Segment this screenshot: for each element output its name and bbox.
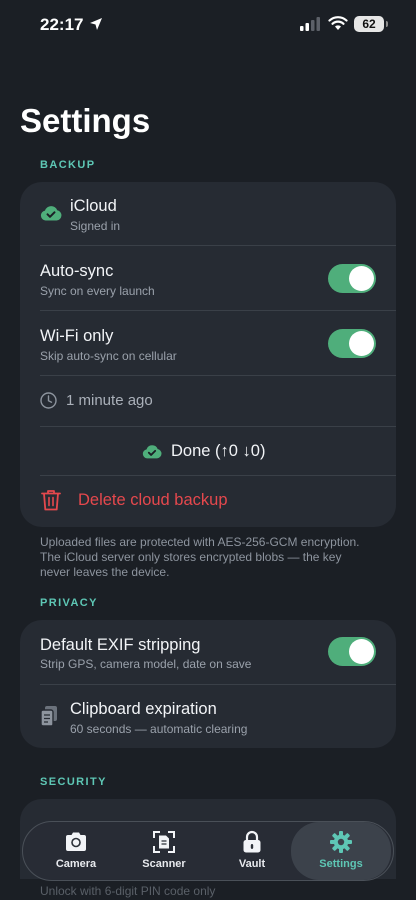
auto-sync-subtitle: Sync on every launch [40,284,155,298]
auto-sync-toggle[interactable] [328,264,376,293]
delete-backup-label: Delete cloud backup [78,491,228,509]
camera-icon [66,832,86,851]
clipboard-subtitle: 60 seconds — automatic clearing [70,722,248,736]
battery-indicator: 62 [354,16,388,32]
icloud-row[interactable]: iCloud Signed in [20,182,396,245]
tab-camera-label: Camera [55,858,97,870]
clipboard-row[interactable]: Clipboard expiration 60 seconds — automa… [20,685,396,748]
tab-camera[interactable]: Camera [33,822,119,880]
clock-icon [40,392,57,409]
wifi-only-row: Wi-Fi only Skip auto-sync on cellular [20,311,396,375]
page-title: Settings [20,102,151,139]
section-label-privacy: PRIVACY [40,597,98,609]
last-sync-row: 1 minute ago [20,376,396,426]
tab-bar: Camera Scanner Vault Settings [22,821,394,881]
tab-vault-label: Vault [238,858,266,870]
cloud-check-icon [142,445,162,459]
backup-footnote: Uploaded files are protected with AES-25… [40,535,360,579]
icloud-status: Signed in [70,219,121,233]
auto-sync-title: Auto-sync [40,262,114,280]
security-partial-text: Unlock with 6-digit PIN code only [40,884,216,898]
privacy-card: Default EXIF stripping Strip GPS, camera… [20,620,396,748]
tab-scanner[interactable]: Scanner [121,822,207,880]
wifi-only-toggle[interactable] [328,329,376,358]
section-label-backup: BACKUP [40,159,96,171]
cloud-check-icon [40,206,62,221]
cellular-signal-icon [300,17,320,31]
exif-title: Default EXIF stripping [40,636,201,654]
clipboard-title: Clipboard expiration [70,700,217,718]
gear-icon [330,831,352,853]
trash-icon [41,490,61,511]
tab-settings-label: Settings [319,858,363,870]
clipboard-icon [40,706,57,727]
status-bar: 22:17 62 [0,0,416,50]
wifi-only-title: Wi-Fi only [40,327,114,345]
wifi-icon [328,16,348,30]
auto-sync-row: Auto-sync Sync on every launch [20,246,396,310]
sync-status-text: Done (↑0 ↓0) [171,442,266,460]
delete-backup-button[interactable]: Delete cloud backup [20,476,396,526]
exif-toggle[interactable] [328,637,376,666]
tab-settings[interactable]: Settings [291,822,391,880]
backup-card: iCloud Signed in Auto-sync Sync on every… [20,182,396,527]
tab-vault[interactable]: Vault [209,822,295,880]
exif-subtitle: Strip GPS, camera model, date on save [40,657,252,671]
sync-status-row[interactable]: Done (↑0 ↓0) [20,427,396,475]
wifi-only-subtitle: Skip auto-sync on cellular [40,349,177,363]
location-arrow-icon [90,18,102,30]
tab-scanner-label: Scanner [142,858,186,870]
lock-icon [243,830,261,853]
last-sync-time: 1 minute ago [66,392,153,409]
scanner-icon [153,831,175,853]
exif-row: Default EXIF stripping Strip GPS, camera… [20,620,396,684]
section-label-security: SECURITY [40,776,107,788]
status-time: 22:17 [40,15,84,34]
icloud-title: iCloud [70,197,117,215]
